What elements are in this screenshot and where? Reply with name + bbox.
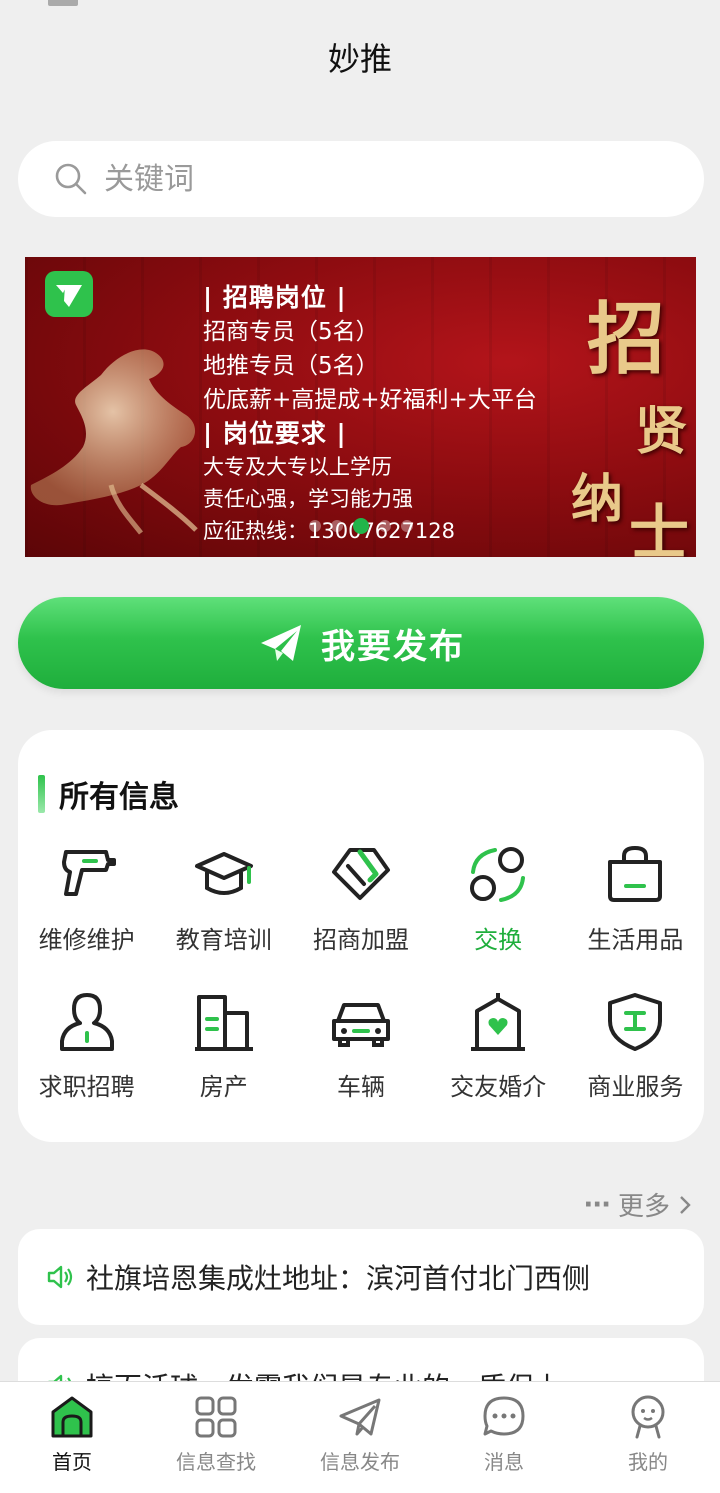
categories-title: 所有信息 — [38, 772, 179, 816]
banner-calligraphy: 招 贤 纳 士 — [557, 271, 696, 557]
publish-button[interactable]: 我要发布 — [18, 597, 704, 689]
category-label: 房产 — [199, 1073, 248, 1101]
status-bar-icon — [48, 0, 78, 6]
home-icon — [51, 1396, 93, 1438]
tab-messages[interactable]: 消息 — [432, 1382, 576, 1493]
carousel-dot[interactable] — [400, 520, 413, 532]
paper-plane-icon — [339, 1398, 381, 1436]
carousel-dot[interactable] — [378, 520, 391, 532]
more-label: 更多 — [617, 1192, 670, 1222]
banner-line: 招商专员（5名） — [203, 319, 379, 345]
categories-title-text: 所有信息 — [59, 780, 179, 815]
category-franchise[interactable]: 招商加盟 — [292, 844, 429, 955]
categories-card: 所有信息 维修维护 教育培训 招商加盟 交换 生活用品 求职招聘 房产 车辆 交… — [18, 730, 704, 1142]
tab-label: 信息查找 — [176, 1450, 256, 1474]
category-label: 车辆 — [336, 1073, 385, 1101]
shopping-bag-icon — [608, 845, 663, 902]
app-logo-icon — [45, 271, 93, 317]
page-title: 妙推 — [327, 40, 392, 78]
exchange-icon — [470, 847, 526, 902]
category-daily-goods[interactable]: 生活用品 — [567, 844, 704, 955]
category-realestate[interactable]: 房产 — [155, 991, 292, 1102]
handshake-icon — [331, 848, 390, 900]
category-label: 求职招聘 — [38, 1073, 135, 1101]
category-education[interactable]: 教育培训 — [155, 844, 292, 955]
calligraphy-char: 招 — [587, 294, 666, 385]
category-vehicles[interactable]: 车辆 — [292, 991, 429, 1102]
tab-home[interactable]: 首页 — [0, 1382, 144, 1493]
banner-text: | 招聘岗位 | 招商专员（5名） 地推专员（5名） 优底薪+高提成+好福利+大… — [203, 281, 537, 547]
grid-icon — [195, 1396, 237, 1438]
search-icon — [55, 163, 87, 195]
notice-item[interactable]: 社旗培恩集成灶地址：滨河首付北门西侧 — [18, 1229, 704, 1325]
search-input[interactable] — [102, 160, 666, 198]
category-label: 交换 — [474, 926, 523, 954]
tab-profile[interactable]: 我的 — [576, 1382, 720, 1493]
category-label: 维修维护 — [38, 926, 135, 954]
carousel-indicator — [25, 518, 696, 534]
category-label: 交友婚介 — [450, 1073, 547, 1101]
tab-label: 我的 — [628, 1450, 668, 1474]
category-label: 生活用品 — [587, 926, 684, 954]
category-label: 教育培训 — [175, 926, 272, 954]
tab-label: 消息 — [484, 1450, 524, 1474]
publish-button-label: 我要发布 — [321, 626, 465, 667]
banner-heading: | 招聘岗位 | — [203, 283, 347, 312]
ellipsis-icon: ··· — [583, 1189, 611, 1220]
chat-bubble-icon — [483, 1396, 525, 1436]
horse-illustration-icon — [30, 349, 198, 535]
category-label: 招商加盟 — [312, 926, 409, 954]
tab-publish[interactable]: 信息发布 — [288, 1382, 432, 1493]
speaker-icon — [47, 1265, 73, 1289]
carousel-dot[interactable] — [308, 520, 321, 532]
banner-heading: | 岗位要求 | — [203, 419, 347, 448]
tab-label: 首页 — [52, 1450, 92, 1474]
shield-icon — [608, 993, 663, 1051]
banner-line: 大专及大专以上学历 — [203, 455, 392, 479]
drill-icon — [61, 850, 116, 896]
carousel-dot[interactable] — [352, 518, 369, 534]
building-icon — [194, 995, 253, 1051]
category-label: 商业服务 — [587, 1073, 684, 1101]
banner-line: 地推专员（5名） — [203, 353, 379, 379]
paper-plane-icon — [261, 625, 301, 661]
category-exchange[interactable]: 交换 — [430, 844, 567, 955]
banner-line: 优底薪+高提成+好福利+大平台 — [203, 387, 537, 413]
graduation-cap-icon — [194, 852, 253, 895]
car-icon — [331, 1003, 390, 1047]
tab-search-info[interactable]: 信息查找 — [144, 1382, 288, 1493]
search-bar[interactable] — [18, 141, 704, 217]
person-icon — [59, 993, 114, 1051]
more-link[interactable]: ··· 更多 — [583, 1186, 692, 1223]
notice-text: 社旗培恩集成灶地址：滨河首付北门西侧 — [86, 1262, 591, 1295]
user-icon — [631, 1395, 665, 1439]
category-repair[interactable]: 维修维护 — [18, 844, 155, 955]
carousel-dot[interactable] — [330, 520, 343, 532]
category-business[interactable]: 商业服务 — [567, 991, 704, 1102]
recruitment-banner[interactable]: | 招聘岗位 | 招商专员（5名） 地推专员（5名） 优底薪+高提成+好福利+大… — [25, 257, 696, 557]
calligraphy-char: 贤 — [635, 401, 688, 462]
bottom-tab-bar: 首页 信息查找 信息发布 消息 我的 — [0, 1381, 720, 1493]
category-dating[interactable]: 交友婚介 — [430, 991, 567, 1102]
category-jobs[interactable]: 求职招聘 — [18, 991, 155, 1102]
banner-line: 责任心强，学习能力强 — [203, 487, 413, 511]
category-grid: 维修维护 教育培训 招商加盟 交换 生活用品 求职招聘 房产 车辆 交友婚介 商… — [18, 844, 704, 1102]
heart-house-icon — [471, 993, 526, 1051]
tab-label: 信息发布 — [320, 1450, 400, 1474]
chevron-right-icon — [680, 1195, 691, 1214]
